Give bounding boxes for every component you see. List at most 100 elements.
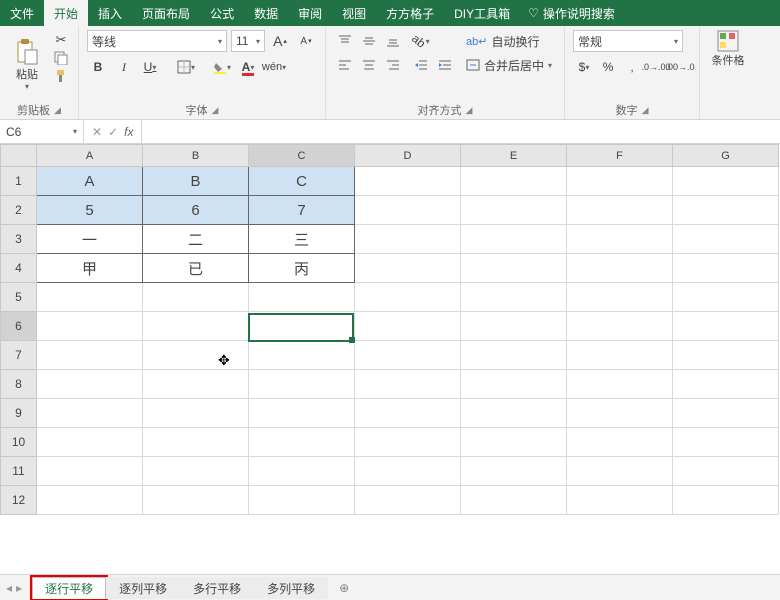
merge-center-button[interactable]: 合并后居中▾ xyxy=(462,54,556,76)
tell-me-search[interactable]: ♡ 操作说明搜索 xyxy=(520,0,623,26)
tab-home[interactable]: 开始 xyxy=(44,0,88,26)
underline-button[interactable]: U▾ xyxy=(139,56,161,78)
number-format-combo[interactable]: 常规▾ xyxy=(573,30,683,52)
cell[interactable] xyxy=(37,370,143,399)
cell[interactable] xyxy=(567,457,673,486)
copy-button[interactable] xyxy=(52,50,70,66)
select-all-corner[interactable] xyxy=(1,145,37,167)
tab-file[interactable]: 文件 xyxy=(0,0,44,26)
cell[interactable] xyxy=(37,283,143,312)
cell[interactable]: 甲 xyxy=(37,254,143,283)
row-header[interactable]: 5 xyxy=(1,283,37,312)
cell[interactable] xyxy=(143,399,249,428)
dialog-launcher-icon[interactable]: ◢ xyxy=(54,105,61,116)
cell[interactable] xyxy=(355,225,461,254)
font-color-button[interactable]: A▾ xyxy=(237,56,259,78)
paste-button[interactable]: 粘贴 ▾ xyxy=(8,30,46,98)
row-header[interactable]: 1 xyxy=(1,167,37,196)
cell[interactable] xyxy=(143,312,249,341)
comma-format-button[interactable]: , xyxy=(621,56,643,78)
cell[interactable] xyxy=(37,428,143,457)
cell[interactable] xyxy=(355,196,461,225)
increase-indent-button[interactable] xyxy=(434,54,456,76)
fill-color-button[interactable]: ▾ xyxy=(211,56,233,78)
cell[interactable] xyxy=(249,457,355,486)
tab-view[interactable]: 视图 xyxy=(332,0,376,26)
accounting-format-button[interactable]: $▾ xyxy=(573,56,595,78)
sheet-nav-prev[interactable]: ◂ xyxy=(6,581,12,595)
italic-button[interactable]: I xyxy=(113,56,135,78)
cell[interactable]: A xyxy=(37,167,143,196)
cell[interactable] xyxy=(673,457,779,486)
bold-button[interactable]: B xyxy=(87,56,109,78)
cancel-formula-button[interactable]: ✕ xyxy=(92,125,102,139)
col-header[interactable]: A xyxy=(37,145,143,167)
fx-button[interactable]: fx xyxy=(124,125,133,139)
tab-formulas[interactable]: 公式 xyxy=(200,0,244,26)
align-right-button[interactable] xyxy=(382,54,404,76)
cell[interactable]: 丙 xyxy=(249,254,355,283)
cell[interactable] xyxy=(567,370,673,399)
cell[interactable] xyxy=(249,341,355,370)
cell[interactable]: B xyxy=(143,167,249,196)
align-left-button[interactable] xyxy=(334,54,356,76)
col-header[interactable]: F xyxy=(567,145,673,167)
sheet-tab[interactable]: 逐行平移 xyxy=(32,577,106,599)
conditional-formatting-button[interactable]: 条件格 xyxy=(708,30,748,68)
cell[interactable] xyxy=(461,486,567,515)
cell[interactable] xyxy=(37,486,143,515)
cell[interactable] xyxy=(461,167,567,196)
borders-button[interactable]: ▾ xyxy=(175,56,197,78)
font-name-combo[interactable]: 等线▾ xyxy=(87,30,227,52)
cell[interactable] xyxy=(143,486,249,515)
row-header[interactable]: 3 xyxy=(1,225,37,254)
cell[interactable] xyxy=(567,283,673,312)
cell[interactable] xyxy=(143,341,249,370)
row-header[interactable]: 2 xyxy=(1,196,37,225)
col-header[interactable]: E xyxy=(461,145,567,167)
spreadsheet-grid[interactable]: A B C D E F G 1ABC 2567 3一二三 4甲已丙 5 6 7 … xyxy=(0,144,779,515)
cut-button[interactable]: ✂ xyxy=(52,32,70,48)
tab-insert[interactable]: 插入 xyxy=(88,0,132,26)
wrap-text-button[interactable]: ab↵自动换行 xyxy=(462,30,556,52)
percent-format-button[interactable]: % xyxy=(597,56,619,78)
tab-diy[interactable]: DIY工具箱 xyxy=(444,0,520,26)
cell[interactable] xyxy=(567,486,673,515)
cell[interactable] xyxy=(673,167,779,196)
dialog-launcher-icon[interactable]: ◢ xyxy=(642,105,649,116)
cell[interactable] xyxy=(461,399,567,428)
align-bottom-button[interactable] xyxy=(382,30,404,52)
cell[interactable] xyxy=(355,399,461,428)
cell[interactable] xyxy=(461,225,567,254)
cell[interactable] xyxy=(249,370,355,399)
tab-review[interactable]: 审阅 xyxy=(288,0,332,26)
increase-font-button[interactable]: A▴ xyxy=(269,30,291,52)
cell[interactable] xyxy=(355,370,461,399)
row-header[interactable]: 6 xyxy=(1,312,37,341)
dialog-launcher-icon[interactable]: ◢ xyxy=(212,105,219,116)
cell[interactable] xyxy=(355,283,461,312)
increase-decimal-button[interactable]: .0→.00 xyxy=(645,56,667,78)
cell[interactable] xyxy=(567,428,673,457)
row-header[interactable]: 11 xyxy=(1,457,37,486)
decrease-font-button[interactable]: A▾ xyxy=(295,30,317,52)
cell[interactable] xyxy=(567,312,673,341)
cell[interactable] xyxy=(249,486,355,515)
cell[interactable] xyxy=(355,457,461,486)
cell[interactable]: C xyxy=(249,167,355,196)
cell[interactable] xyxy=(673,428,779,457)
cell[interactable] xyxy=(37,312,143,341)
cell[interactable] xyxy=(249,428,355,457)
col-header[interactable]: D xyxy=(355,145,461,167)
cell[interactable] xyxy=(461,341,567,370)
cell[interactable] xyxy=(567,254,673,283)
cell[interactable] xyxy=(567,399,673,428)
tab-layout[interactable]: 页面布局 xyxy=(132,0,200,26)
cell[interactable]: 一 xyxy=(37,225,143,254)
cell[interactable] xyxy=(673,225,779,254)
accept-formula-button[interactable]: ✓ xyxy=(108,125,118,139)
cell[interactable]: 三 xyxy=(249,225,355,254)
cell[interactable] xyxy=(355,167,461,196)
cell[interactable] xyxy=(673,486,779,515)
cell[interactable] xyxy=(673,341,779,370)
